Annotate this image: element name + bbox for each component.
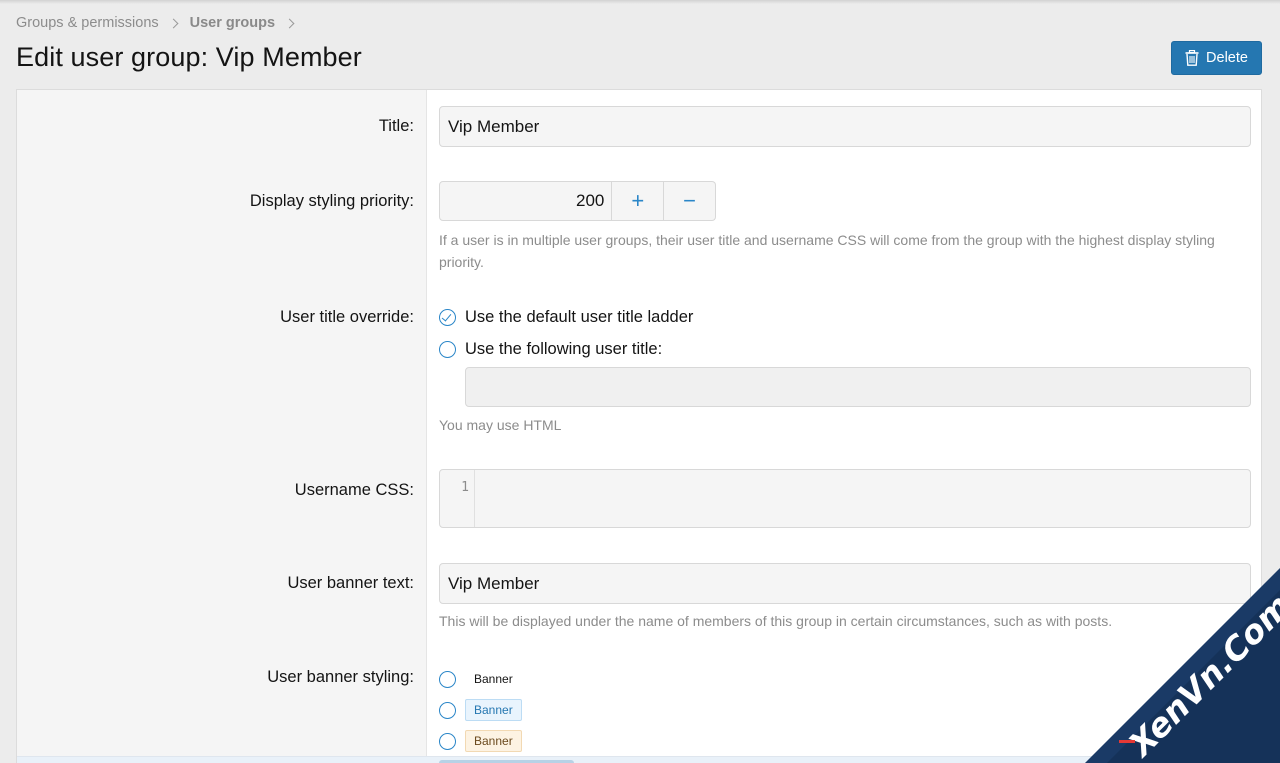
banner-preview-plain: Banner: [474, 672, 513, 686]
line-number-gutter: 1: [440, 470, 475, 527]
top-shadow: [0, 0, 1280, 4]
title-label: Title:: [378, 117, 414, 135]
increment-button[interactable]: +: [612, 181, 665, 221]
radio-custom-title[interactable]: Use the following user title:: [439, 340, 662, 359]
username-css-label: Username CSS:: [294, 481, 414, 499]
chevron-right-icon: [284, 18, 295, 28]
form-submit-row: [17, 756, 1261, 763]
radio-custom-title-label: Use the following user title:: [465, 340, 663, 358]
radio-default-ladder[interactable]: Use the default user title ladder: [439, 308, 693, 327]
delete-button[interactable]: Delete: [1171, 41, 1262, 75]
title-input-value: Vip Member: [448, 116, 540, 136]
radio-unchecked-icon: [439, 341, 456, 358]
decrement-button[interactable]: −: [664, 181, 716, 221]
banner-text-value: Vip Member: [448, 573, 540, 593]
edit-user-group-form: Title: Vip Member Display styling priori…: [16, 89, 1262, 763]
xenvn-watermark-logo: XenVn.Com: [1085, 568, 1280, 763]
banner-text-hint: This will be displayed under the name of…: [439, 613, 1113, 629]
radio-checked-icon: [439, 309, 456, 326]
breadcrumb: Groups & permissions User groups: [16, 13, 306, 33]
page-title: Edit user group: Vip Member: [16, 42, 362, 72]
user-title-override-label: User title override:: [280, 308, 414, 326]
delete-button-label: Delete: [1206, 50, 1248, 66]
label-column: [17, 90, 427, 763]
trash-icon: [1185, 49, 1199, 66]
radio-default-ladder-label: Use the default user title ladder: [465, 308, 694, 326]
plus-icon: +: [631, 188, 645, 213]
banner-style-option-orange[interactable]: Banner: [439, 730, 522, 752]
banner-style-option-plain[interactable]: Banner: [439, 668, 522, 690]
radio-unchecked-icon: [439, 701, 456, 719]
radio-unchecked-icon: [439, 670, 456, 688]
user-banner-text-label: User banner text:: [287, 574, 414, 592]
priority-hint: If a user is in multiple user groups, th…: [439, 232, 1215, 270]
custom-user-title-input[interactable]: [465, 367, 1251, 407]
banner-preview-blue: Banner: [465, 699, 522, 721]
user-banner-styling-label: User banner styling:: [267, 668, 414, 686]
chevron-right-icon: [168, 18, 179, 28]
code-area[interactable]: [475, 470, 1250, 527]
priority-stepper: 200 + −: [439, 181, 716, 221]
display-styling-priority-label: Display styling priority:: [249, 192, 414, 210]
priority-input-value: 200: [576, 191, 605, 210]
title-input[interactable]: Vip Member: [439, 106, 1251, 147]
html-hint: You may use HTML: [439, 417, 562, 433]
banner-style-option-blue[interactable]: Banner: [439, 699, 522, 721]
breadcrumb-groups-permissions[interactable]: Groups & permissions: [16, 15, 159, 31]
breadcrumb-user-groups[interactable]: User groups: [190, 15, 275, 31]
banner-preview-orange: Banner: [465, 730, 522, 752]
username-css-editor[interactable]: 1: [439, 469, 1251, 528]
minus-icon: −: [683, 188, 697, 213]
priority-input[interactable]: 200: [439, 181, 613, 221]
radio-unchecked-icon: [439, 732, 456, 750]
